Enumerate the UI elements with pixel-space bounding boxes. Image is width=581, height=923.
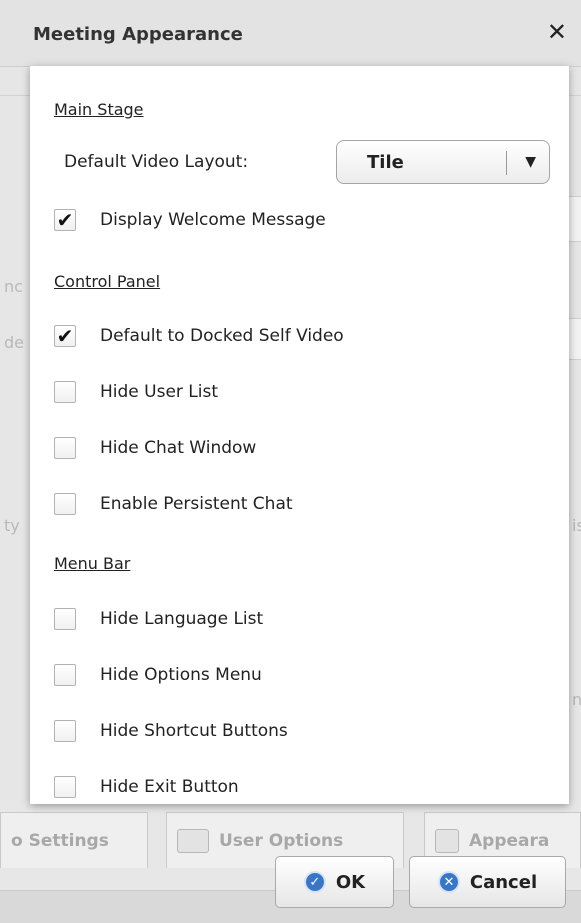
checkbox-hide-user-list[interactable] xyxy=(54,381,76,403)
appearance-options-panel: Main Stage Default Video Layout: Tile ▼ … xyxy=(30,66,569,804)
checkbox-hide-options-menu[interactable] xyxy=(54,664,76,686)
option-hide-options-menu[interactable]: Hide Options Menu xyxy=(54,661,262,689)
option-hide-user-list[interactable]: Hide User List xyxy=(54,378,218,406)
background-text: nc xyxy=(4,277,23,296)
default-video-layout-label: Default Video Layout: xyxy=(64,152,249,172)
option-hide-chat-window[interactable]: Hide Chat Window xyxy=(54,434,256,462)
option-label: Hide User List xyxy=(100,382,219,402)
option-label: Default to Docked Self Video xyxy=(100,326,344,346)
tab-settings-label: o Settings xyxy=(11,830,109,851)
appearance-icon xyxy=(435,828,459,853)
tab-settings[interactable]: o Settings xyxy=(0,812,148,868)
ok-button-label: OK xyxy=(335,871,366,893)
users-icon xyxy=(177,828,209,853)
section-menu-bar-heading: Menu Bar xyxy=(54,554,131,573)
tab-user-options-label: User Options xyxy=(219,830,344,851)
tab-appearance-label: Appeara xyxy=(469,830,550,851)
option-hide-shortcut-buttons[interactable]: Hide Shortcut Buttons xyxy=(54,717,288,745)
option-label: Enable Persistent Chat xyxy=(100,494,293,514)
check-circle-icon: ✓ xyxy=(303,871,326,893)
default-video-layout-select[interactable]: Tile ▼ xyxy=(336,140,550,184)
option-default-docked-self-video[interactable]: ✔ Default to Docked Self Video xyxy=(54,322,344,350)
option-label: Hide Shortcut Buttons xyxy=(100,721,288,741)
cancel-circle-icon: ✕ xyxy=(437,871,460,893)
option-label: Hide Exit Button xyxy=(100,777,239,797)
default-video-layout-value: Tile xyxy=(367,152,404,173)
checkbox-enable-persistent-chat[interactable] xyxy=(54,493,76,515)
option-label: Hide Language List xyxy=(100,609,264,629)
cancel-button-label: Cancel xyxy=(469,871,538,893)
select-separator xyxy=(506,151,507,175)
cancel-button[interactable]: ✕ Cancel xyxy=(409,856,566,908)
option-label: Hide Options Menu xyxy=(100,665,262,685)
close-icon[interactable]: ✕ xyxy=(547,18,567,46)
section-control-panel-heading: Control Panel xyxy=(54,272,161,291)
checkbox-hide-exit-button[interactable] xyxy=(54,776,76,798)
checkbox-hide-shortcut-buttons[interactable] xyxy=(54,720,76,742)
checkbox-hide-chat-window[interactable] xyxy=(54,437,76,459)
background-text: ty xyxy=(4,516,20,535)
dialog-title: Meeting Appearance xyxy=(33,24,243,45)
background-text: is xyxy=(572,516,581,535)
dialog-titlebar: Meeting Appearance ✕ xyxy=(0,0,581,67)
chevron-down-icon: ▼ xyxy=(525,154,536,170)
checkbox-display-welcome-message[interactable]: ✔ xyxy=(54,209,76,231)
checkbox-default-docked-self-video[interactable]: ✔ xyxy=(54,325,76,347)
section-main-stage-heading: Main Stage xyxy=(54,100,144,119)
option-display-welcome-message[interactable]: ✔ Display Welcome Message xyxy=(54,206,326,234)
ok-button[interactable]: ✓ OK xyxy=(275,856,394,908)
option-enable-persistent-chat[interactable]: Enable Persistent Chat xyxy=(54,490,293,518)
background-text: de xyxy=(4,333,24,352)
background-text: n xyxy=(572,690,581,709)
option-label: Hide Chat Window xyxy=(100,438,257,458)
option-hide-exit-button[interactable]: Hide Exit Button xyxy=(54,773,239,801)
option-label: Display Welcome Message xyxy=(100,210,326,230)
checkbox-hide-language-list[interactable] xyxy=(54,608,76,630)
option-hide-language-list[interactable]: Hide Language List xyxy=(54,605,263,633)
